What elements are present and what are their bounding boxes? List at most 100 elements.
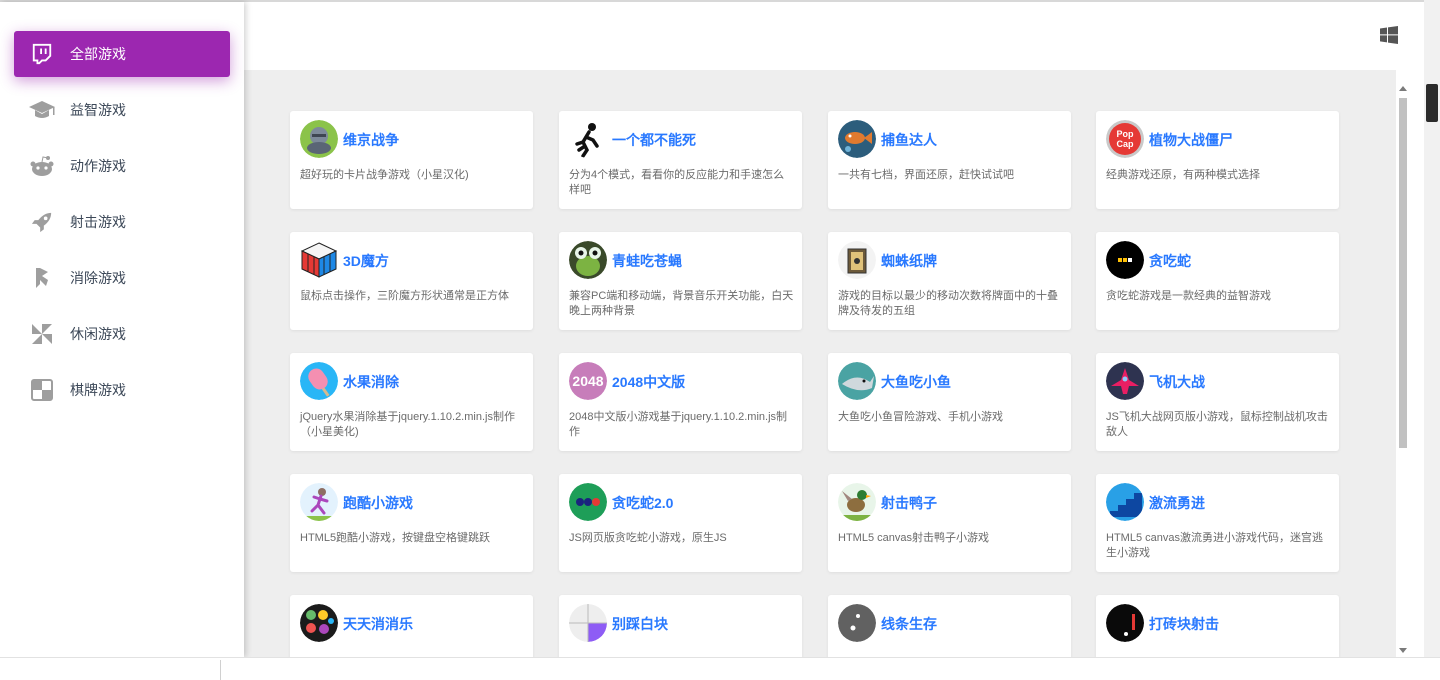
game-title: 植物大战僵尸 [1149,132,1233,148]
fish-icon [838,120,876,158]
runner-girl-icon [300,483,338,521]
game-description: 兼容PC端和移动端，背景音乐开关功能，白天晚上两种背景 [569,290,794,317]
game-card[interactable]: 一个都不能死 分为4个模式，看看你的反应能力和手速怎么样吧 [559,111,802,209]
game-description: JS网页版贪吃蛇小游戏，原生JS [569,532,727,544]
sidebar-item-puzzle[interactable]: 益智游戏 [14,87,230,133]
game-title: 跑酷小游戏 [343,495,413,511]
game-card[interactable]: 射击鸭子 HTML5 canvas射击鸭子小游戏 [828,474,1071,572]
game-card[interactable]: 捕鱼达人 一共有七档，界面还原，赶快试试吧 [828,111,1071,209]
game-grid: 维京战争 超好玩的卡片战争游戏（小星汉化) 一个都不能死 分为4个模式，看看你的… [244,70,1396,657]
game-2048-icon: 2048 [569,362,607,400]
sidebar-item-casual[interactable]: 休闲游戏 [14,311,230,357]
svg-text:Cap: Cap [1116,139,1134,149]
scroll-down-arrow-icon[interactable] [1399,648,1407,653]
game-card[interactable]: 贪吃蛇 贪吃蛇游戏是一款经典的益智游戏 [1096,232,1339,330]
game-card[interactable]: 维京战争 超好玩的卡片战争游戏（小星汉化) [290,111,533,209]
game-description: jQuery水果消除基于jquery.1.10.2.min.js制作（小星美化) [300,411,515,438]
playing-cards-icon [838,241,876,279]
game-card[interactable]: Pop Cap 植物大战僵尸 经典游戏还原，有两种模式选择 [1096,111,1339,209]
sidebar-item-action[interactable]: 动作游戏 [14,143,230,189]
sidebar-item-label: 休闲游戏 [70,326,126,342]
spaceship-icon [1106,362,1144,400]
window-scrollbar-thumb[interactable] [1426,84,1438,122]
game-title: 青蛙吃苍蝇 [612,253,682,269]
game-title: 一个都不能死 [612,132,696,148]
game-title: 水果消除 [343,374,399,390]
game-card[interactable]: 大鱼吃小鱼 大鱼吃小鱼冒险游戏、手机小游戏 [828,353,1071,451]
scroll-up-arrow-icon[interactable] [1399,86,1407,91]
twitch-icon [28,40,56,68]
game-title: 别踩白块 [612,616,668,632]
game-card[interactable]: 打砖块射击 [1096,595,1339,657]
svg-text:Pop: Pop [1117,129,1135,139]
game-card[interactable]: 跑酷小游戏 HTML5跑酷小游戏，按键盘空格键跳跃 [290,474,533,572]
top-header [244,2,1424,70]
running-man-icon [569,120,607,158]
game-description: JS飞机大战网页版小游戏，鼠标控制战机攻击敌人 [1106,411,1328,438]
game-title: 贪吃蛇 [1149,253,1191,269]
game-card[interactable]: 别踩白块 [559,595,802,657]
rubiks-cube-icon [300,241,338,279]
candy-icon [300,604,338,642]
game-card[interactable]: 2048 2048中文版 2048中文版小游戏基于jquery.1.10.2.m… [559,353,802,451]
game-title: 射击鸭子 [881,495,937,511]
game-description: 一共有七档，界面还原，赶快试试吧 [838,169,1014,181]
game-card[interactable]: 飞机大战 JS飞机大战网页版小游戏，鼠标控制战机攻击敌人 [1096,353,1339,451]
frog-icon [569,241,607,279]
game-description: HTML5 canvas射击鸭子小游戏 [838,532,989,544]
game-title: 打砖块射击 [1149,616,1219,632]
game-description: 游戏的目标以最少的移动次数将牌面中的十叠牌及待发的五组 [838,290,1058,317]
game-card[interactable]: 天天消消乐 [290,595,533,657]
game-description: 贪吃蛇游戏是一款经典的益智游戏 [1106,290,1271,302]
shark-icon [838,362,876,400]
windows-icon[interactable] [1380,26,1398,44]
stairs-icon [1106,483,1144,521]
sidebar-item-match[interactable]: 消除游戏 [14,255,230,301]
game-card[interactable]: 蜘蛛纸牌 游戏的目标以最少的移动次数将牌面中的十叠牌及待发的五组 [828,232,1071,330]
game-description: 超好玩的卡片战争游戏（小星汉化) [300,169,469,181]
graduation-cap-icon [28,96,56,124]
game-description: 分为4个模式，看看你的反应能力和手速怎么样吧 [569,169,785,196]
game-card[interactable]: 激流勇进 HTML5 canvas激流勇进小游戏代码，迷宫逃生小游戏 [1096,474,1339,572]
game-card[interactable]: 青蛙吃苍蝇 兼容PC端和移动端，背景音乐开关功能，白天晚上两种背景 [559,232,802,330]
download-bar [0,657,1440,680]
reddit-alien-icon [28,152,56,180]
window-scrollbar[interactable] [1424,0,1440,657]
game-description: HTML5 canvas激流勇进小游戏代码，迷宫逃生小游戏 [1106,532,1323,559]
brick-breaker-icon [1106,604,1144,642]
game-card[interactable]: 3D魔方 鼠标点击操作，三阶魔方形状通常是正方体 [290,232,533,330]
game-title: 捕鱼达人 [881,132,937,148]
game-title: 贪吃蛇2.0 [612,495,674,511]
game-title: 天天消消乐 [343,616,413,632]
download-bar-divider [220,660,221,680]
popcap-logo-icon: Pop Cap [1106,120,1144,158]
sidebar-item-label: 棋牌游戏 [70,382,126,398]
game-card[interactable]: 水果消除 jQuery水果消除基于jquery.1.10.2.min.js制作（… [290,353,533,451]
sidebar-item-board[interactable]: 棋牌游戏 [14,367,230,413]
game-description: 鼠标点击操作，三阶魔方形状通常是正方体 [300,290,509,302]
dot-survival-icon [838,604,876,642]
scrollbar-thumb[interactable] [1399,98,1407,448]
game-title: 线条生存 [881,616,937,632]
sidebar-item-label: 消除游戏 [70,270,126,286]
game-title: 大鱼吃小鱼 [881,374,951,390]
sidebar-item-label: 射击游戏 [70,214,126,230]
icon-2048-text: 2048 [572,373,603,389]
game-title: 激流勇进 [1149,495,1205,511]
sidebar-item-label: 动作游戏 [70,158,126,174]
viking-warrior-icon [300,120,338,158]
game-title: 飞机大战 [1149,374,1205,390]
content-scrollbar[interactable] [1396,84,1410,657]
game-card[interactable]: 线条生存 [828,595,1071,657]
sidebar-item-all-games[interactable]: 全部游戏 [14,31,230,77]
game-title: 维京战争 [343,132,399,148]
lightning-icon [28,264,56,292]
snake-dots-icon [569,483,607,521]
board-grid-icon [28,376,56,404]
piano-tiles-icon [569,604,607,642]
game-card[interactable]: 贪吃蛇2.0 JS网页版贪吃蛇小游戏，原生JS [559,474,802,572]
sidebar: 全部游戏 益智游戏 动作游戏 射击游戏 消除游戏 休闲游戏 棋牌游戏 [0,2,244,657]
game-description: 经典游戏还原，有两种模式选择 [1106,169,1260,181]
snake-icon [1106,241,1144,279]
sidebar-item-shooting[interactable]: 射击游戏 [14,199,230,245]
